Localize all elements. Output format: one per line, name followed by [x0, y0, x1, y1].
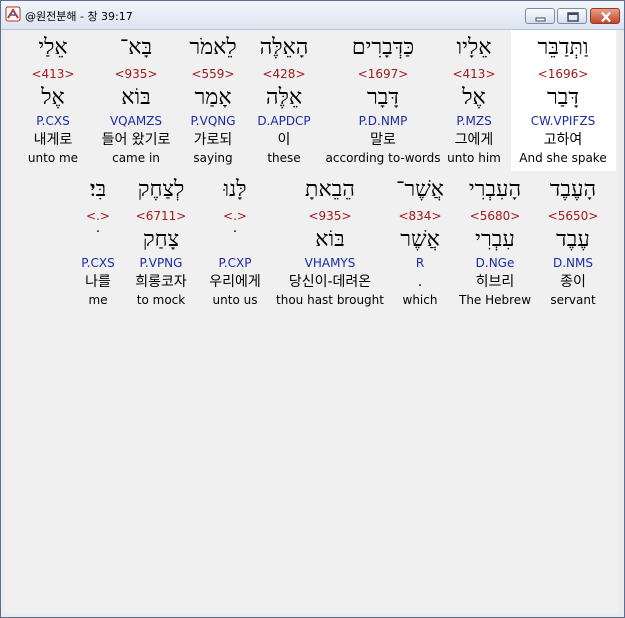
maximize-button[interactable]	[557, 8, 587, 24]
hebrew-word: לָּנוּ	[223, 177, 247, 202]
strong-number: <935>	[114, 67, 158, 81]
english-gloss: came in	[112, 151, 160, 165]
korean-gloss: 나를	[85, 274, 111, 290]
english-gloss: The Hebrew	[458, 293, 532, 307]
english-gloss: And she spake	[519, 151, 607, 165]
morph-code: P.D.NMP	[358, 114, 408, 128]
strong-number: <5680>	[469, 209, 521, 223]
korean-gloss: 말로	[370, 132, 396, 148]
title-bar[interactable]: @원전분해 - 창 39:17	[1, 1, 624, 30]
morph-code: P.CXP	[218, 256, 252, 270]
korean-gloss: 히브리	[475, 274, 515, 290]
minimize-icon	[535, 17, 546, 22]
window-title: @원전분해 - 창 39:17	[25, 10, 133, 23]
hebrew-word: כַּדְּבָרִים	[351, 35, 415, 60]
english-gloss: according to-words	[325, 151, 441, 165]
english-gloss: servant	[550, 293, 596, 307]
korean-gloss: 희롱코자	[135, 274, 187, 290]
english-gloss: thou hast brought	[276, 293, 384, 307]
analysis-pane: וַתְּדַבֵּר <1696> דָּבַר CW.VPIFZS 고하여 …	[5, 30, 618, 613]
hebrew-word: הֵבֵאתָ	[305, 177, 355, 202]
lemma-word: ׁ	[67, 228, 129, 252]
minimize-button[interactable]	[525, 8, 555, 24]
close-icon	[601, 11, 611, 23]
morph-code: P.CXS	[36, 114, 70, 128]
lemma-word: עֶבֶד	[556, 227, 590, 252]
korean-gloss: 종이	[560, 274, 586, 290]
strong-number: <6711>	[135, 209, 187, 223]
hebrew-word: הָעִבְרִי	[468, 177, 522, 202]
korean-gloss: 고하여	[543, 132, 583, 148]
lemma-word: אֶל	[41, 85, 65, 110]
hebrew-word: לְצַחֶק	[137, 177, 185, 202]
korean-gloss: 들어 왔기로	[101, 132, 171, 148]
korean-gloss: 당신이-데려온	[288, 274, 372, 290]
english-gloss: unto me	[27, 151, 79, 165]
hebrew-word: הָעֶבֶד	[549, 177, 597, 202]
app-logo-icon	[5, 6, 21, 22]
morph-code: CW.VPIFZS	[530, 114, 596, 128]
strong-number: <1697>	[357, 67, 409, 81]
korean-gloss: 우리에게	[209, 274, 261, 290]
hebrew-word: אֵלַי	[38, 35, 68, 60]
strong-number: <5650>	[547, 209, 599, 223]
hebrew-word: בִּי׃	[89, 177, 107, 202]
maximize-icon	[567, 12, 579, 22]
morph-code: P.VPNG	[139, 256, 183, 270]
lemma-word: בּוֹא	[315, 227, 345, 252]
english-gloss: me	[88, 293, 108, 307]
lemma-word: עִבְרִי	[475, 227, 515, 252]
korean-gloss: 내게로	[33, 132, 73, 148]
morph-code: D.NGe	[475, 256, 515, 270]
morph-code: VQAMZS	[109, 114, 163, 128]
strong-number: <935>	[308, 209, 352, 223]
english-gloss: unto us	[212, 293, 258, 307]
lemma-word: דָּבַר	[547, 85, 579, 110]
morph-code: D.NMS	[552, 256, 593, 270]
morph-code: VHAMYS	[304, 256, 356, 270]
strong-number: <.>	[223, 209, 247, 223]
lemma-word: ׁ	[197, 228, 273, 252]
close-button[interactable]	[590, 8, 620, 24]
lemma-word: צָחַק	[142, 227, 180, 252]
hebrew-word: בָּא־	[119, 35, 153, 60]
lemma-word: דָּבָר	[367, 85, 399, 110]
app-window: @원전분해 - 창 39:17 וַתְּדַבֵּר <1696> דָּבַ…	[0, 0, 625, 618]
lemma-word: בּוֹא	[121, 85, 151, 110]
strong-number: <.>	[86, 209, 110, 223]
english-gloss: to mock	[136, 293, 186, 307]
hebrew-word: וַתְּדַבֵּר	[537, 35, 589, 60]
morph-code: P.CXS	[81, 256, 115, 270]
strong-number: <413>	[31, 67, 75, 81]
strong-number: <1696>	[537, 67, 589, 81]
